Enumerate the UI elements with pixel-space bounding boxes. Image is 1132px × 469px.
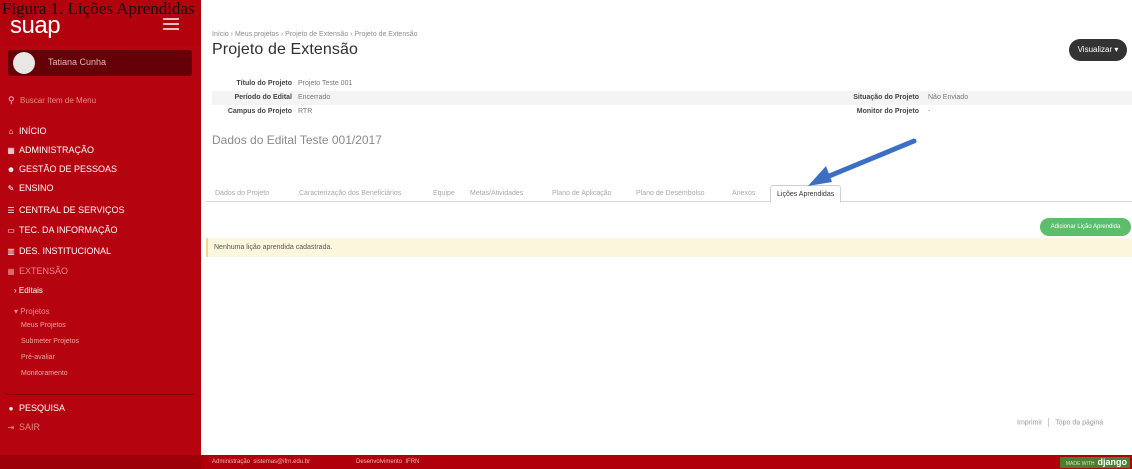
project-info-table: Título do Projeto Projeto Teste 001 Perí… [212,77,1132,119]
nav-item-gestao-pessoas[interactable]: ☻ Gestão de Pessoas [6,163,117,175]
menu-search-input[interactable] [20,94,190,107]
page-actions: Imprimir Topo da página [1017,418,1103,427]
list-icon: ☰ [7,205,15,215]
info-row: Título do Projeto Projeto Teste 001 [212,77,1132,91]
tab-equipe[interactable]: Equipe [433,185,455,202]
sidebar-item-submeter-projetos[interactable]: Submeter Projetos [21,338,79,345]
tab-licoes-aprendidas[interactable]: Lições Aprendidas [770,185,842,203]
nav-item-label: Ensino [19,183,54,193]
footer-dev: Desenvolvimento IFRN [356,455,419,469]
info-label: Título do Projeto [236,80,292,87]
tab-anexos[interactable]: Anexos [732,185,755,202]
nav-item-tec-informacao[interactable]: ▭ Tec. da Informação [6,224,118,236]
footer-admin: Administração sistemas@ifrn.edu.br [212,455,310,469]
sidebar-footer [0,455,201,469]
info-value: Não Enviado [928,94,969,101]
badge-small-text: MADE WITH [1065,461,1095,467]
app-root: suap Tatiana Cunha ⚲ ⌂Início ▦Administra… [0,0,1132,469]
sidebar-item-projetos[interactable]: ▾ Projetos [14,307,50,316]
menu-search: ⚲ [8,94,192,108]
top-of-page-link[interactable]: Topo da página [1055,419,1103,426]
info-value: Projeto Teste 001 [298,80,353,87]
section-title: Dados do Edital Teste 001/2017 [212,133,382,147]
tab-plano-aplicacao[interactable]: Plano de Aplicação [552,185,612,202]
divider [1048,418,1050,427]
chart-icon: ▥ [7,246,15,256]
sub-item-label: Editais [18,286,43,295]
breadcrumb-item[interactable]: Projeto de Extensão [285,31,348,38]
nav-item-inicio[interactable]: ⌂ Início [6,125,47,137]
nav-item-label: Tec. da Informação [19,225,118,235]
nav-item-pesquisa[interactable]: ● Pesquisa [6,402,65,414]
page-title: Projeto de Extensão [212,41,358,58]
tab-metas-atividades[interactable]: Metas/Atividades [470,185,523,202]
sidebar-divider [6,394,195,395]
tab-bar: Dados do Projeto Caracterização dos Bene… [206,185,1132,203]
print-link[interactable]: Imprimir [1017,419,1042,426]
user-name: Tatiana Cunha [48,57,107,67]
info-row: Campus do Projeto RTR Monitor do Projeto… [212,105,1132,119]
breadcrumb-item: Projeto de Extensão [354,31,418,38]
nav-item-extensao[interactable]: ▦ Extensão [6,265,68,277]
breadcrumb-item[interactable]: Meus projetos [235,31,279,38]
info-label: Monitor do Projeto [856,108,919,115]
nav-item-label: Início [19,126,47,136]
visualizar-button[interactable]: Visualizar ▾ [1069,39,1127,61]
grid-icon: ▦ [7,145,15,155]
nav-item-central-servicos[interactable]: ☰ Central de Serviços [6,204,125,216]
info-value: - [928,108,931,115]
breadcrumb-item[interactable]: Início [212,31,229,38]
info-label: Situação do Projeto [853,94,919,101]
tab-caracterizacao-beneficiarios[interactable]: Caracterização dos Beneficiários [299,185,401,202]
main-content: Início › Meus projetos › Projeto de Exte… [201,0,1132,469]
nav-item-label: Sair [19,422,41,432]
sidebar-item-editais[interactable]: › Editais [14,286,43,295]
tab-plano-desembolso[interactable]: Plano de Desembolso [636,185,705,202]
monitor-icon: ▭ [7,225,15,235]
nav-item-label: Gestão de Pessoas [19,164,118,174]
info-label: Período do Edital [234,94,292,101]
figure-caption: Figura 1. Lições Aprendidas [2,0,195,18]
footer-admin-email[interactable]: sistemas@ifrn.edu.br [253,459,310,465]
home-icon: ⌂ [8,126,14,136]
search-circle-icon: ● [8,403,14,413]
sidebar-item-meus-projetos[interactable]: Meus Projetos [21,322,66,329]
add-licao-button[interactable]: Adicionar Lição Aprendida [1040,218,1131,236]
exit-icon: ⇥ [7,422,15,432]
nav-item-label: Central de Serviços [19,205,125,215]
sidebar-item-pre-avaliar[interactable]: Pré-avaliar [21,354,55,361]
django-badge[interactable]: MADE WITH django [1060,457,1130,468]
badge-text: django [1097,457,1128,467]
nav-item-sair[interactable]: ⇥ Sair [6,421,40,433]
nav-item-ensino[interactable]: ✎ Ensino [6,182,54,194]
nav-item-label: Des. Institucional [19,246,112,256]
nav-item-des-institucional[interactable]: ▥ Des. Institucional [6,245,111,257]
search-icon: ⚲ [8,95,15,105]
sidebar: suap Tatiana Cunha ⚲ ⌂Início ▦Administra… [0,0,201,469]
sub-item-label: Projetos [20,307,50,316]
info-label: Campus do Projeto [227,108,292,115]
sidebar-item-monitoramento[interactable]: Monitoramento [21,370,68,377]
footer-dev-label: Desenvolvimento [356,459,403,465]
info-value: RTR [298,108,313,115]
nav-item-label: Administração [19,145,95,155]
pencil-icon: ✎ [7,183,15,193]
nav-item-administracao[interactable]: ▦ Administração [6,144,94,156]
info-row: Período do Edital Encerrado Situação do … [212,91,1132,105]
nav-item-label: Pesquisa [19,403,66,413]
chevron-right-icon: › [14,286,17,295]
nav-item-label: Extensão [19,266,69,276]
chevron-down-icon: ▾ [14,307,19,316]
breadcrumb: Início › Meus projetos › Projeto de Exte… [212,31,418,38]
footer-admin-label: Administração [212,459,251,465]
grid-icon: ▦ [7,266,15,276]
avatar [13,52,35,74]
info-value: Encerrado [298,94,331,101]
users-icon: ☻ [6,164,16,174]
footer-dev-value: IFRN [405,459,420,465]
empty-alert: Nenhuma lição aprendida cadastrada. [206,238,1132,257]
tab-dados-projeto[interactable]: Dados do Projeto [215,185,269,202]
footer: Administração sistemas@ifrn.edu.br Desen… [201,455,1132,469]
user-profile[interactable]: Tatiana Cunha [8,50,192,76]
